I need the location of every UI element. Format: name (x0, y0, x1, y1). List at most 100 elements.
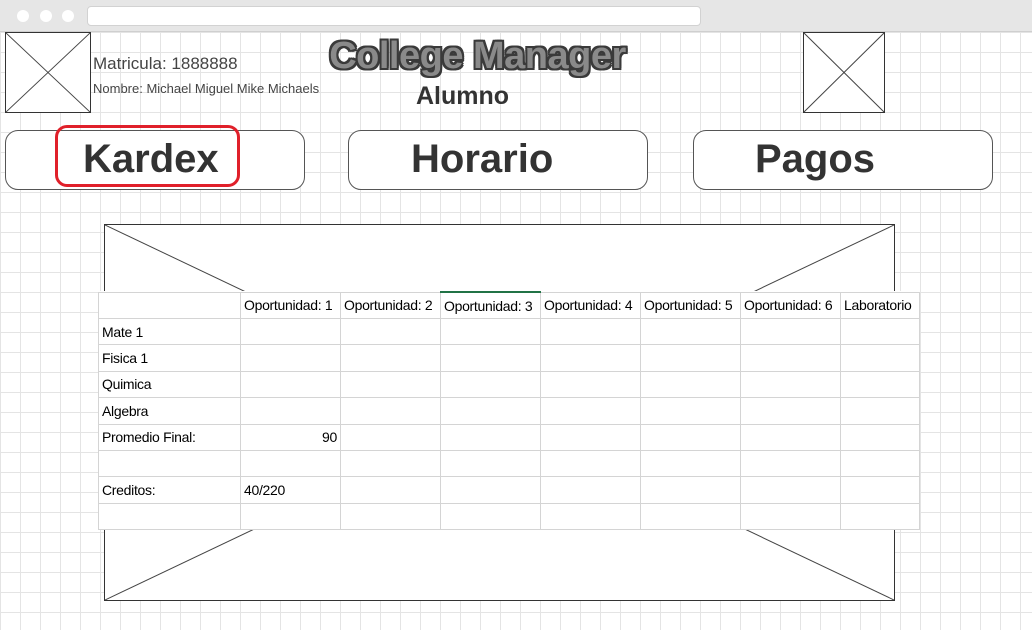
row-label-cell[interactable]: Quimica (98, 370, 241, 399)
window-dot-icon[interactable] (62, 10, 74, 22)
grade-cell[interactable] (840, 370, 920, 399)
grade-cell[interactable] (240, 370, 341, 399)
grade-cell[interactable] (240, 502, 341, 531)
grade-cell[interactable] (740, 344, 841, 372)
horario-button[interactable]: Horario (348, 130, 648, 190)
selected-highlight (55, 125, 240, 187)
row-label-cell[interactable] (98, 449, 241, 478)
row-label-cell[interactable]: Mate 1 (98, 317, 241, 346)
student-name: Nombre: Michael Miguel Mike Michaels (93, 81, 320, 96)
image-placeholder-icon (804, 33, 884, 112)
browser-chrome (0, 0, 1032, 32)
column-header[interactable]: Laboratorio (840, 291, 920, 319)
grade-cell[interactable] (640, 397, 741, 425)
column-header[interactable]: Oportunidad: 1 (240, 291, 341, 319)
grade-cell[interactable] (640, 317, 741, 346)
grade-cell[interactable] (440, 476, 541, 504)
grade-cell[interactable] (440, 502, 541, 531)
grade-cell[interactable] (640, 423, 741, 451)
grade-cell[interactable] (740, 317, 841, 346)
grade-cell[interactable] (340, 317, 441, 346)
grade-cell[interactable] (640, 370, 741, 399)
grade-cell[interactable] (540, 476, 641, 504)
grade-cell[interactable] (540, 502, 641, 531)
grade-cell[interactable] (840, 344, 920, 372)
kardex-table: Oportunidad: 1 Oportunidad: 2 Oportunida… (98, 291, 920, 531)
grade-cell[interactable] (540, 423, 641, 451)
grade-cell[interactable] (540, 449, 641, 478)
student-id: Matricula: 1888888 (93, 54, 238, 73)
grade-cell[interactable]: 40/220 (240, 476, 341, 504)
window-dot-icon[interactable] (17, 10, 29, 22)
table-row: Creditos: 40/220 (98, 476, 920, 504)
grade-cell[interactable] (440, 397, 541, 425)
grade-cell[interactable] (640, 344, 741, 372)
grade-cell[interactable] (340, 449, 441, 478)
page-subtitle: Alumno (415, 82, 510, 110)
grade-cell[interactable] (740, 397, 841, 425)
column-header[interactable]: Oportunidad: 2 (340, 291, 441, 319)
grade-cell[interactable] (340, 344, 441, 372)
grade-cell[interactable] (640, 476, 741, 504)
profile-image-placeholder (803, 32, 885, 113)
grade-cell[interactable] (540, 370, 641, 399)
column-header[interactable]: Oportunidad: 4 (540, 291, 641, 319)
column-header (98, 291, 241, 319)
table-row: Quimica (98, 370, 920, 399)
grade-cell[interactable] (840, 502, 920, 531)
grade-cell[interactable] (840, 449, 920, 478)
horario-button-label: Horario (411, 137, 554, 181)
table-header-row: Oportunidad: 1 Oportunidad: 2 Oportunida… (98, 291, 920, 319)
grade-cell[interactable] (240, 449, 341, 478)
pagos-button-label: Pagos (755, 137, 876, 181)
logo-image-placeholder (5, 32, 91, 113)
grade-cell[interactable] (640, 502, 741, 531)
table-row: Promedio Final: 90 (98, 423, 920, 451)
grade-cell[interactable] (740, 476, 841, 504)
row-label-cell[interactable]: Algebra (98, 397, 241, 425)
image-placeholder-icon (6, 33, 90, 112)
grade-cell[interactable] (340, 423, 441, 451)
grade-cell[interactable] (340, 397, 441, 425)
pagos-button[interactable]: Pagos (693, 130, 993, 190)
grade-cell[interactable] (440, 449, 541, 478)
column-header[interactable]: Oportunidad: 3 (440, 291, 541, 319)
grade-cell[interactable] (840, 423, 920, 451)
app-title: College Manager (329, 35, 626, 77)
grade-cell[interactable] (740, 370, 841, 399)
grade-cell[interactable] (740, 449, 841, 478)
grade-cell[interactable] (240, 397, 341, 425)
grade-cell[interactable] (740, 502, 841, 531)
table-row: Mate 1 (98, 317, 920, 346)
window-dot-icon[interactable] (40, 10, 52, 22)
grade-cell[interactable] (340, 502, 441, 531)
grade-cell[interactable] (540, 397, 641, 425)
grade-cell[interactable] (340, 370, 441, 399)
grade-cell[interactable] (240, 344, 341, 372)
grade-cell[interactable] (640, 449, 741, 478)
table-row: Fisica 1 (98, 344, 920, 372)
grade-cell[interactable] (840, 317, 920, 346)
table-row: Algebra (98, 397, 920, 425)
grade-cell[interactable] (340, 476, 441, 504)
grade-cell[interactable] (840, 476, 920, 504)
table-row (98, 502, 920, 531)
table-row (98, 449, 920, 478)
grade-cell[interactable] (440, 423, 541, 451)
column-header[interactable]: Oportunidad: 6 (740, 291, 841, 319)
grade-cell[interactable] (440, 344, 541, 372)
address-bar[interactable] (87, 6, 701, 26)
grade-cell[interactable] (540, 344, 641, 372)
grade-cell[interactable] (440, 317, 541, 346)
row-label-cell[interactable] (98, 502, 241, 531)
grade-cell[interactable]: 90 (240, 423, 341, 451)
grade-cell[interactable] (240, 317, 341, 346)
row-label-cell[interactable]: Fisica 1 (98, 344, 241, 372)
column-header[interactable]: Oportunidad: 5 (640, 291, 741, 319)
row-label-cell[interactable]: Creditos: (98, 476, 241, 504)
grade-cell[interactable] (740, 423, 841, 451)
grade-cell[interactable] (540, 317, 641, 346)
grade-cell[interactable] (440, 370, 541, 399)
row-label-cell[interactable]: Promedio Final: (98, 423, 241, 451)
grade-cell[interactable] (840, 397, 920, 425)
